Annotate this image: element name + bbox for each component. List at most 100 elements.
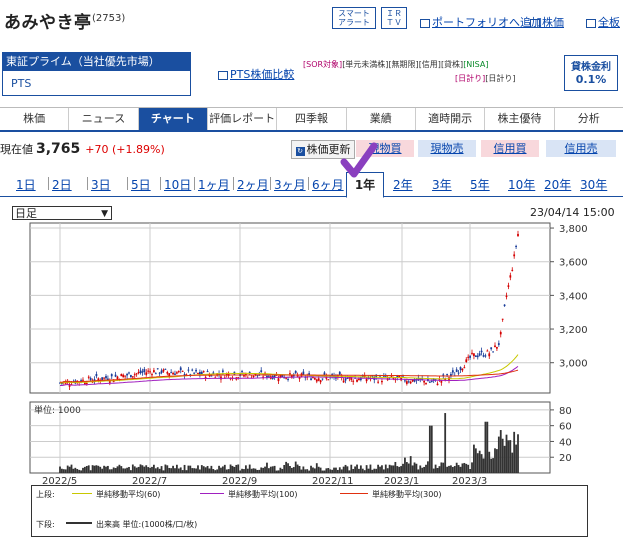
volume-panel-frame [29, 401, 551, 474]
volume-bar [68, 466, 71, 473]
volume-bar [310, 465, 312, 473]
candle-body [457, 372, 460, 374]
volume-bar [216, 469, 219, 473]
volume-bar [492, 458, 494, 473]
volume-bar [509, 440, 512, 473]
volume-bar [78, 469, 81, 473]
candle-body [248, 371, 251, 374]
volume-bar [455, 462, 458, 473]
volume-bar [379, 466, 381, 473]
candle-body [381, 380, 383, 383]
volume-bar [200, 465, 203, 473]
volume-bar [231, 465, 234, 473]
candle-body [210, 375, 213, 377]
volume-bar [515, 444, 517, 473]
candle-body [164, 368, 167, 370]
volume-bar [95, 465, 98, 473]
volume-bar [377, 464, 380, 473]
candle-body [377, 381, 380, 383]
candle-body [482, 355, 485, 357]
volume-bar [267, 468, 270, 473]
volume-tick-label: 20 [559, 453, 572, 464]
candle-body [175, 372, 178, 374]
volume-bar [317, 466, 320, 473]
volume-bar [223, 464, 226, 473]
volume-bar [235, 464, 238, 473]
volume-bar [269, 466, 272, 473]
volume-bar [241, 468, 243, 473]
volume-bar [398, 466, 401, 473]
volume-bar [323, 470, 326, 473]
candle-body [342, 380, 345, 383]
volume-bar [365, 465, 368, 473]
candle-body [191, 369, 194, 371]
volume-bar [262, 467, 265, 473]
candle-body [405, 381, 408, 384]
candle-body [145, 372, 148, 375]
volume-bar [313, 468, 316, 473]
volume-bar [131, 464, 134, 473]
volume-bar [126, 467, 128, 473]
volume-bar [480, 454, 483, 473]
candle-body [501, 318, 504, 320]
volume-bar [402, 463, 404, 473]
volume-bar [396, 466, 399, 473]
candle-body [267, 375, 270, 377]
candle-body [168, 373, 171, 377]
volume-bar [367, 468, 370, 473]
volume-bar [354, 466, 357, 473]
volume-bar [382, 469, 385, 473]
volume-bar [162, 470, 165, 473]
volume-bar [409, 456, 412, 473]
volume-bar [208, 468, 211, 473]
volume-bar [174, 468, 176, 473]
volume-bar [407, 463, 410, 473]
volume-bar [394, 461, 397, 473]
volume-bar [143, 466, 146, 473]
volume-bar [154, 468, 157, 473]
candle-body [505, 295, 508, 298]
volume-bar [237, 464, 240, 473]
candle-body [174, 373, 176, 375]
candle-body [133, 374, 136, 376]
volume-bar [438, 466, 441, 473]
volume-bar [80, 470, 82, 473]
volume-bar [348, 470, 351, 473]
volume-bar [415, 463, 418, 473]
volume-bar [346, 466, 349, 473]
volume-bar [107, 465, 109, 473]
candle-body [197, 372, 199, 374]
candle-body [147, 370, 150, 372]
candle-body [455, 369, 458, 372]
volume-bar [457, 465, 460, 473]
candle-body [156, 368, 159, 370]
volume-bar [333, 467, 335, 473]
volume-bar [64, 469, 67, 473]
volume-bar [70, 464, 73, 473]
legend-ma100-swatch [200, 493, 224, 494]
volume-bar [181, 470, 184, 473]
candle-body [221, 370, 224, 372]
candle-body [436, 383, 439, 386]
volume-bar [185, 470, 188, 473]
volume-bar [473, 444, 475, 473]
volume-bar [361, 468, 364, 473]
volume-bar [264, 466, 266, 473]
candle-body [84, 382, 86, 385]
price-tick-label: 3,400 [559, 291, 588, 302]
volume-bar [110, 469, 113, 473]
price-tick-label: 3,800 [559, 224, 588, 235]
candle-body [515, 245, 517, 247]
candle-body [451, 370, 454, 373]
candle-body [494, 345, 496, 348]
candle-body [315, 379, 318, 382]
volume-bar [386, 468, 389, 473]
candle-body [89, 378, 92, 381]
volume-bar [312, 467, 314, 473]
legend-ma60-swatch [72, 493, 92, 494]
legend-ma300-swatch [340, 493, 368, 494]
volume-bar [258, 469, 261, 473]
candle-body [193, 372, 196, 374]
volume-bar [72, 468, 75, 473]
volume-bar [501, 438, 504, 473]
